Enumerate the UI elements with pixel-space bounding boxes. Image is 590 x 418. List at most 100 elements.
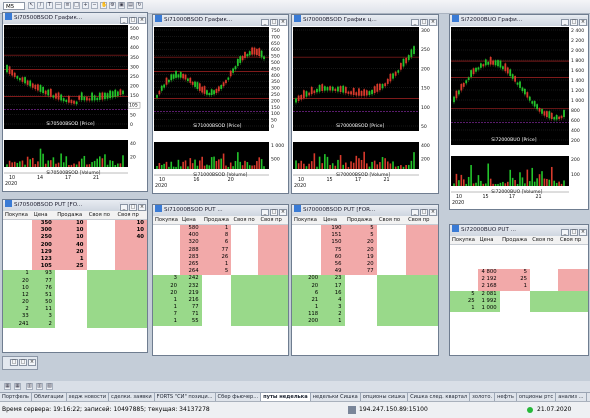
own-bid-cell[interactable] [530,290,558,298]
order-book-row[interactable]: 20 17 [292,282,438,290]
ask-cell[interactable] [202,283,232,290]
ask-cell[interactable] [55,306,87,313]
price-cell[interactable]: 264 [180,268,202,276]
close-button[interactable]: × [279,209,287,216]
bid-cell[interactable]: 1 [153,304,180,312]
chart-area[interactable]: 300 250 200 150 100 50 Si70000BSOD [Price] Si70… [292,26,438,193]
price-cell[interactable]: 265 [180,260,202,269]
ask-cell[interactable]: 20 [344,246,377,254]
own-ask-cell[interactable] [405,304,438,312]
own-ask-cell[interactable] [258,318,288,326]
ask-cell[interactable] [345,290,377,297]
own-ask-cell[interactable] [115,255,147,264]
order-book-table[interactable]: Покупка Цена Продажа Своя по Своя пр 580 1 400 8… [153,216,288,326]
price-cell[interactable]: 76 [31,284,55,292]
own-bid-cell[interactable] [377,268,406,275]
column-header[interactable]: Покупка [153,216,180,224]
own-bid-cell[interactable] [231,247,258,254]
maximize-button[interactable]: □ [129,204,137,211]
rect-tool-icon[interactable]: □ [73,2,80,9]
price-cell[interactable]: 2 081 [477,290,500,298]
ask-cell[interactable]: 8 [201,232,232,240]
bid-cell[interactable] [3,220,32,227]
ask-cell[interactable] [202,290,232,297]
own-ask-cell[interactable] [405,225,438,233]
ask-cell[interactable] [55,299,87,306]
own-bid-cell[interactable] [231,225,258,232]
ask-cell[interactable] [55,313,87,320]
own-bid-cell[interactable] [87,242,116,249]
price-cell[interactable]: 55 [180,318,202,326]
draw-tool-icon[interactable]: / [37,2,44,9]
print-icon[interactable]: ▤ [127,2,134,9]
order-book-row[interactable]: 200 23 [292,275,438,283]
bid-cell[interactable] [3,256,32,263]
bid-cell[interactable]: 33 [3,313,32,321]
own-ask-cell[interactable] [405,268,438,276]
order-book-row[interactable]: 300 10 10 [3,227,147,235]
order-book-row[interactable]: 3 242 [153,275,288,283]
order-book-row[interactable]: 580 1 [153,225,288,233]
column-header[interactable]: Своя по [377,216,406,224]
ask-cell[interactable]: 20 [54,248,87,256]
price-cell[interactable]: 350 [31,220,55,228]
maximize-button[interactable]: □ [270,19,278,26]
bid-cell[interactable]: 20 [3,277,32,285]
minimize-button[interactable]: _ [261,19,269,26]
order-book-row[interactable]: 25 1 992 [450,297,588,305]
ask-cell[interactable] [55,285,87,292]
minimize-button[interactable]: _ [120,204,128,211]
bid-cell[interactable]: 1 [3,270,32,278]
price-cell[interactable]: 4 800 [477,269,500,277]
maximize-button[interactable]: □ [19,359,27,366]
order-book-row[interactable]: 20 77 [3,277,147,285]
column-header[interactable]: Продажа [202,216,232,224]
ask-cell[interactable] [500,298,530,305]
order-book-table[interactable]: Покупка Цена Продажа Своя по Своя пр 4 800 5 2 … [450,236,588,313]
own-bid-cell[interactable] [530,276,558,283]
own-bid-cell[interactable] [86,284,116,292]
pan-icon[interactable]: ✋ [100,2,107,9]
price-cell[interactable]: 49 [321,268,345,276]
own-bid-cell[interactable] [86,270,116,278]
price-cell[interactable]: 60 [321,253,345,261]
own-bid-cell[interactable] [377,247,406,254]
price-cell[interactable]: 190 [321,225,345,233]
close-button[interactable]: × [279,19,287,26]
own-bid-cell[interactable] [86,320,116,328]
order-book-row[interactable]: 33 3 [3,313,147,321]
own-ask-cell[interactable] [258,311,288,319]
minimize-button[interactable]: _ [561,19,569,26]
price-cell[interactable]: 150 [321,239,345,247]
bid-cell[interactable] [3,227,32,234]
maximize-button[interactable]: □ [570,19,578,26]
price-cell[interactable]: 23 [321,275,345,283]
order-book-row[interactable]: 2 192 25 [450,276,588,284]
column-header[interactable]: Покупка [450,236,478,244]
column-header[interactable]: Своя пр [558,236,588,244]
ask-cell[interactable] [55,278,87,285]
chart-area[interactable]: 500450400350300250200150100500Si70500BSO… [3,24,147,191]
own-ask-cell[interactable] [258,282,288,290]
bid-cell[interactable]: 7 [153,311,180,319]
cascade-icon[interactable]: ▧ [46,383,53,390]
price-cell[interactable]: 4 [321,296,345,305]
ask-cell[interactable]: 5 [344,225,377,233]
price-cell[interactable]: 105 [31,263,55,271]
ask-cell[interactable]: 10 [54,220,87,228]
own-ask-cell[interactable] [258,253,288,261]
own-bid-cell[interactable] [86,299,116,307]
close-button[interactable]: × [138,17,146,24]
save-icon[interactable]: ▣ [118,2,125,9]
order-book-row[interactable]: 2 11 [3,306,147,314]
own-bid-cell[interactable] [376,311,406,319]
bid-cell[interactable] [292,254,321,261]
own-bid-cell[interactable] [376,282,406,290]
own-ask-cell[interactable] [115,241,147,249]
order-book-row[interactable]: 264 5 [153,268,288,276]
ask-cell[interactable]: 25 [54,263,87,271]
own-bid-cell[interactable] [231,289,259,297]
price-cell[interactable]: 200 [31,241,55,249]
order-book-row[interactable]: 200 40 [3,241,147,249]
order-book-row[interactable]: 1 216 [153,296,288,305]
